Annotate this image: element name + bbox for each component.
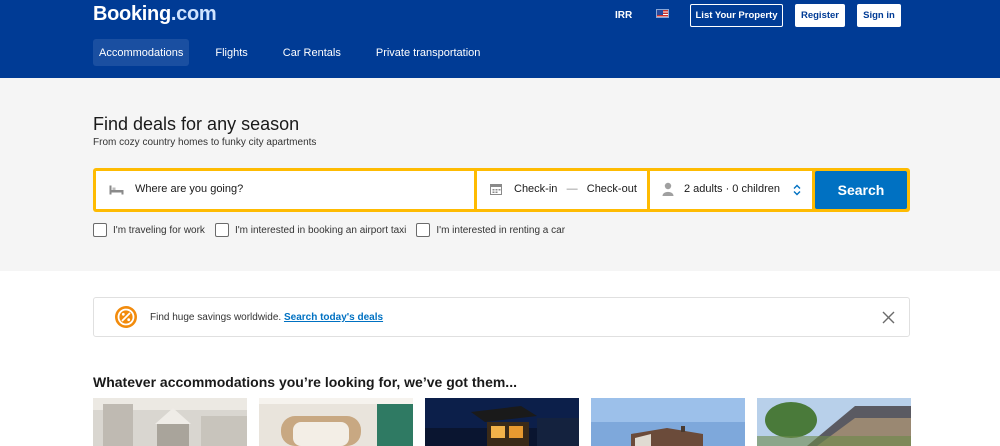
option-car-rental[interactable]: I'm interested in renting a car [416, 223, 565, 237]
search-deals-link[interactable]: Search today's deals [284, 312, 383, 323]
property-thumbnail-villas[interactable] [591, 398, 745, 446]
option-airport-taxi[interactable]: I'm interested in booking an airport tax… [214, 223, 407, 237]
search-bar: Where are you going? Check-in — Check-ou… [93, 168, 910, 212]
property-thumbnail-apartments[interactable] [259, 398, 413, 446]
deals-banner: Find huge savings worldwide. Search toda… [93, 297, 910, 337]
property-thumbnail-resorts[interactable] [425, 398, 579, 446]
checkout-label: Check-out [586, 183, 637, 195]
section-title: Whatever accommodations you’re looking f… [93, 374, 517, 390]
calendar-icon [490, 184, 502, 195]
option-work-travel[interactable]: I'm traveling for work [93, 223, 205, 237]
car-rental-label: I'm interested in renting a car [436, 224, 566, 236]
search-button[interactable]: Search [815, 171, 907, 209]
airport-taxi-label: I'm interested in booking an airport tax… [234, 224, 407, 236]
booking-logo[interactable]: Booking.com [93, 3, 217, 26]
date-range-text: Check-in — Check-out [514, 183, 637, 195]
chevron-up-down-icon [793, 184, 801, 196]
guests-summary: 2 adults · 0 children [684, 183, 780, 195]
us-flag-icon[interactable] [656, 9, 669, 18]
banner-message: Find huge savings worldwide. [150, 312, 282, 323]
nav-accommodations[interactable]: Accommodations [93, 39, 190, 66]
nav-private-transportation[interactable]: Private transportation [367, 39, 490, 66]
logo-main: Booking [93, 3, 171, 25]
guests-field[interactable]: 2 adults · 0 children [650, 171, 812, 209]
hero-subtitle: From cozy country homes to funky city ap… [93, 137, 317, 148]
work-travel-label: I'm traveling for work [113, 224, 205, 236]
property-thumbnail-hotels[interactable] [93, 398, 247, 446]
bed-icon [109, 185, 124, 195]
checkin-label: Check-in [514, 183, 558, 195]
nav-car-rentals[interactable]: Car Rentals [274, 39, 350, 66]
deal-tag-icon [115, 306, 137, 328]
top-header: Booking.com IRR List Your Property Regis… [0, 0, 1000, 78]
search-options: I'm traveling for work I'm interested in… [93, 223, 575, 237]
main-nav: Accommodations Flights Car Rentals Priva… [93, 39, 506, 66]
nav-flights[interactable]: Flights [206, 39, 256, 66]
work-travel-checkbox[interactable] [93, 223, 107, 237]
destination-placeholder: Where are you going? [135, 183, 244, 195]
banner-text: Find huge savings worldwide. Search toda… [150, 312, 383, 323]
date-range-field[interactable]: Check-in — Check-out [477, 171, 647, 209]
logo-suffix: .com [170, 3, 217, 25]
destination-field[interactable]: Where are you going? [96, 171, 474, 209]
list-property-button[interactable]: List Your Property [690, 4, 783, 27]
close-icon[interactable] [882, 311, 895, 324]
date-separator: — [566, 183, 578, 195]
register-button[interactable]: Register [795, 4, 845, 27]
hero-title: Find deals for any season [93, 114, 300, 134]
sign-in-button[interactable]: Sign in [857, 4, 901, 27]
person-icon [662, 182, 674, 196]
property-thumbnail-cabins[interactable] [757, 398, 911, 446]
airport-taxi-checkbox[interactable] [214, 223, 229, 237]
currency-selector[interactable]: IRR [615, 10, 632, 21]
car-rental-checkbox[interactable] [416, 223, 431, 237]
